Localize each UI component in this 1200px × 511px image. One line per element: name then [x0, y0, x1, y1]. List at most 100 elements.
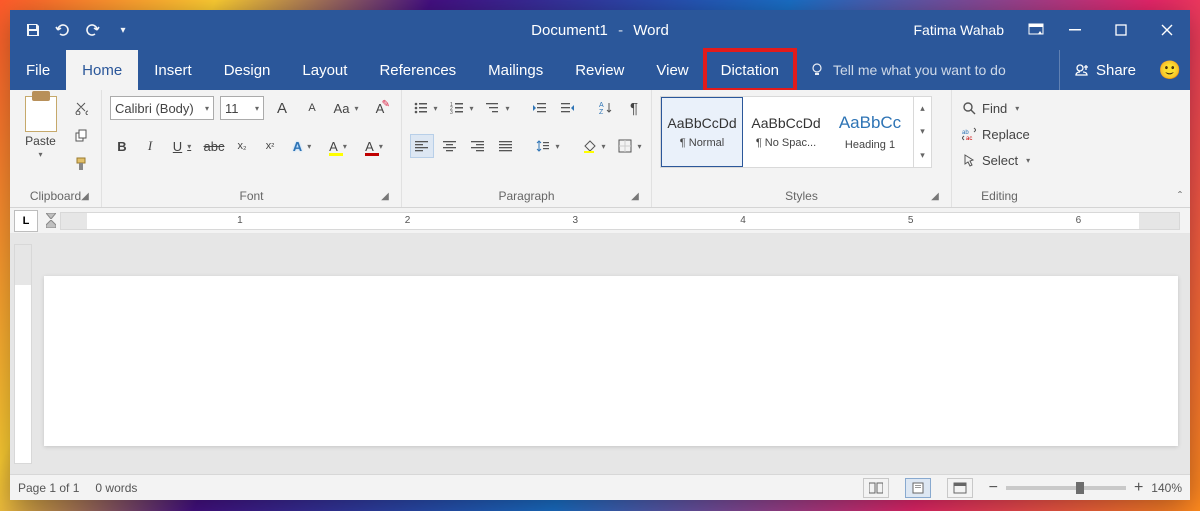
tab-layout[interactable]: Layout	[286, 50, 363, 90]
style-normal[interactable]: AaBbCcDd ¶ Normal	[661, 97, 743, 167]
find-button[interactable]: Find▾	[960, 96, 1021, 120]
tab-view[interactable]: View	[640, 50, 704, 90]
share-button[interactable]: Share	[1059, 50, 1150, 90]
font-size-combo[interactable]: 11▾	[220, 96, 264, 120]
numbering-button[interactable]: 123	[446, 96, 478, 120]
align-center-button[interactable]	[438, 134, 462, 158]
tab-selector[interactable]: L	[14, 210, 38, 232]
zoom-in-button[interactable]: +	[1134, 479, 1143, 497]
read-mode-icon	[869, 482, 883, 494]
group-font: Calibri (Body)▾ 11▾ A A Aa A✎ B I U abc …	[102, 90, 402, 207]
superscript-button[interactable]: x	[258, 134, 282, 158]
font-size-value: 11	[225, 101, 239, 116]
styles-scroll-down[interactable]: ▾	[914, 120, 931, 143]
group-font-label: Font	[239, 189, 263, 203]
clipboard-launcher[interactable]: ◢	[79, 191, 91, 203]
copy-button[interactable]	[69, 124, 93, 148]
zoom-slider[interactable]	[1006, 486, 1126, 490]
horizontal-ruler[interactable]: 1 2 3 4 5 6	[60, 212, 1180, 230]
select-button[interactable]: Select▾	[960, 148, 1032, 172]
maximize-button[interactable]	[1098, 10, 1144, 50]
tab-file[interactable]: File	[10, 50, 66, 90]
tab-review[interactable]: Review	[559, 50, 640, 90]
share-label: Share	[1096, 62, 1136, 79]
group-editing: Find▾ abacReplace Select▾ Editing	[952, 90, 1047, 207]
close-button[interactable]	[1144, 10, 1190, 50]
print-layout-button[interactable]	[905, 478, 931, 498]
first-line-indent-marker[interactable]	[46, 213, 56, 219]
paragraph-launcher[interactable]: ◢	[629, 191, 641, 203]
ribbon-display-options-icon[interactable]	[1020, 10, 1052, 50]
justify-icon	[499, 140, 513, 152]
italic-button[interactable]: I	[138, 134, 162, 158]
paintbrush-icon	[74, 157, 88, 171]
tab-references[interactable]: References	[363, 50, 472, 90]
tab-design[interactable]: Design	[208, 50, 287, 90]
style-heading-1[interactable]: AaBbCc Heading 1	[829, 97, 911, 167]
vertical-ruler[interactable]	[14, 244, 32, 464]
ribbon: Paste ▾ Clipboard◢ Calibri (Body)▾ 11▾ A…	[10, 90, 1190, 208]
numbering-icon: 123	[450, 102, 464, 114]
collapse-ribbon-button[interactable]: ˆ	[1178, 189, 1182, 203]
search-icon	[962, 101, 976, 115]
clear-formatting-button[interactable]: A✎	[368, 96, 392, 120]
read-mode-button[interactable]	[863, 478, 889, 498]
change-case-button[interactable]: Aa	[330, 96, 362, 120]
zoom-out-button[interactable]: −	[989, 479, 998, 497]
show-marks-button[interactable]: ¶	[622, 96, 646, 120]
styles-scroll-up[interactable]: ▴	[914, 97, 931, 120]
page-canvas[interactable]	[44, 276, 1178, 446]
account-name[interactable]: Fatima Wahab	[897, 22, 1020, 38]
replace-button[interactable]: abacReplace	[960, 122, 1032, 146]
bold-button[interactable]: B	[110, 134, 134, 158]
tab-insert[interactable]: Insert	[138, 50, 208, 90]
strikethrough-button[interactable]: abc	[202, 134, 226, 158]
align-right-button[interactable]	[466, 134, 490, 158]
align-right-icon	[471, 140, 485, 152]
save-icon[interactable]	[24, 21, 42, 39]
zoom-level[interactable]: 140%	[1151, 481, 1182, 495]
font-launcher[interactable]: ◢	[379, 191, 391, 203]
justify-button[interactable]	[494, 134, 518, 158]
line-spacing-button[interactable]	[532, 134, 564, 158]
qat-customize-icon[interactable]: ▾	[114, 21, 132, 39]
text-effects-button[interactable]: A	[286, 134, 318, 158]
increase-indent-button[interactable]	[556, 96, 580, 120]
tell-me-search[interactable]	[809, 50, 1059, 90]
tell-me-input[interactable]	[833, 62, 1053, 78]
underline-button[interactable]: U	[166, 134, 198, 158]
undo-icon[interactable]	[54, 21, 72, 39]
align-left-button[interactable]	[410, 134, 434, 158]
font-name-combo[interactable]: Calibri (Body)▾	[110, 96, 214, 120]
style-no-spacing[interactable]: AaBbCcDd ¶ No Spac...	[745, 97, 827, 167]
subscript-button[interactable]: x	[230, 134, 254, 158]
web-layout-button[interactable]	[947, 478, 973, 498]
styles-expand[interactable]: ▾	[914, 144, 931, 167]
paste-button[interactable]: Paste ▾	[18, 96, 63, 159]
redo-icon[interactable]	[84, 21, 102, 39]
highlight-button[interactable]: A	[322, 134, 354, 158]
shrink-font-button[interactable]: A	[300, 96, 324, 120]
sort-button[interactable]: AZ	[594, 96, 618, 120]
word-count[interactable]: 0 words	[95, 481, 137, 495]
font-color-button[interactable]: A	[358, 134, 390, 158]
minimize-button[interactable]	[1052, 10, 1098, 50]
tab-dictation[interactable]: Dictation	[705, 50, 795, 90]
cut-button[interactable]	[69, 96, 93, 120]
document-area[interactable]	[10, 234, 1190, 474]
decrease-indent-button[interactable]	[528, 96, 552, 120]
hanging-indent-marker[interactable]	[46, 220, 56, 228]
line-spacing-icon	[536, 139, 550, 153]
styles-launcher[interactable]: ◢	[929, 191, 941, 203]
borders-button[interactable]	[614, 134, 646, 158]
emoji-icon[interactable]: 🙂	[1150, 50, 1190, 90]
bullets-button[interactable]	[410, 96, 442, 120]
page-indicator[interactable]: Page 1 of 1	[18, 481, 79, 495]
quick-access-toolbar: ▾	[10, 21, 132, 39]
grow-font-button[interactable]: A	[270, 96, 294, 120]
shading-button[interactable]	[578, 134, 610, 158]
tab-home[interactable]: Home	[66, 50, 138, 90]
format-painter-button[interactable]	[69, 152, 93, 176]
multilevel-list-button[interactable]	[482, 96, 514, 120]
tab-mailings[interactable]: Mailings	[472, 50, 559, 90]
